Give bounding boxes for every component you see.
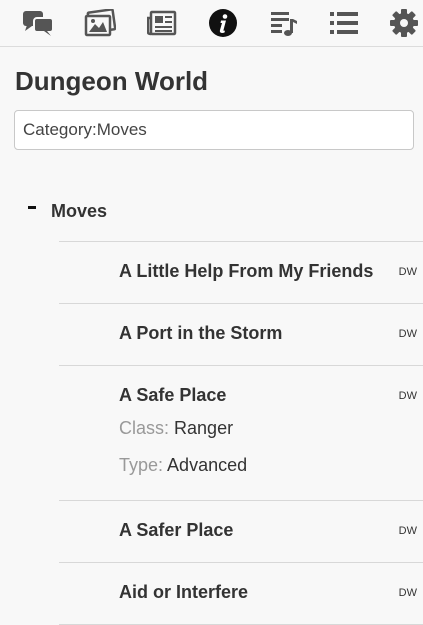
move-name: A Safer Place	[119, 520, 234, 540]
list-item[interactable]: A Little Help From My Friends DW	[59, 241, 423, 303]
chat-icon	[23, 11, 54, 36]
list-icon	[330, 12, 358, 34]
search-input[interactable]	[14, 110, 414, 150]
move-name: A Little Help From My Friends	[119, 261, 374, 281]
list-item[interactable]: A Port in the Storm DW	[59, 303, 423, 365]
move-name: A Safe Place	[119, 385, 227, 405]
move-badge: DW	[398, 390, 417, 402]
move-badge: DW	[398, 525, 417, 537]
gallery-icon	[84, 9, 116, 37]
move-type: Type: Advanced	[119, 455, 247, 476]
chat-button[interactable]	[21, 6, 55, 40]
collapse-icon[interactable]	[28, 205, 36, 209]
type-value: Advanced	[167, 455, 248, 475]
list-button[interactable]	[327, 6, 361, 40]
move-badge: DW	[398, 587, 417, 599]
moves-list: A Little Help From My Friends DW A Port …	[59, 241, 423, 625]
playlist-icon	[271, 12, 297, 36]
settings-icon	[390, 9, 418, 37]
info-button[interactable]	[206, 6, 240, 40]
move-badge: DW	[398, 266, 417, 278]
page-title: Dungeon World	[15, 66, 209, 96]
info-icon	[209, 9, 237, 37]
article-button[interactable]	[145, 6, 179, 40]
move-badge: DW	[398, 328, 417, 340]
list-item[interactable]: A Safe Place DW Class: Ranger Type: Adva…	[59, 365, 423, 500]
article-icon	[147, 10, 177, 36]
group-label: Moves	[51, 200, 108, 221]
list-item[interactable]: A Safer Place DW	[59, 500, 423, 562]
settings-button[interactable]	[387, 6, 421, 40]
group-moves-header[interactable]: Moves	[28, 198, 107, 224]
class-key: Class:	[119, 418, 170, 438]
class-value: Ranger	[174, 418, 234, 438]
move-name: A Port in the Storm	[119, 323, 283, 343]
list-item[interactable]: Aid or Interfere DW	[59, 562, 423, 624]
move-name: Aid or Interfere	[119, 582, 249, 602]
playlist-button[interactable]	[266, 6, 300, 40]
toolbar	[0, 0, 423, 47]
gallery-button[interactable]	[83, 6, 117, 40]
move-class: Class: Ranger	[119, 418, 233, 439]
type-key: Type:	[119, 455, 164, 475]
